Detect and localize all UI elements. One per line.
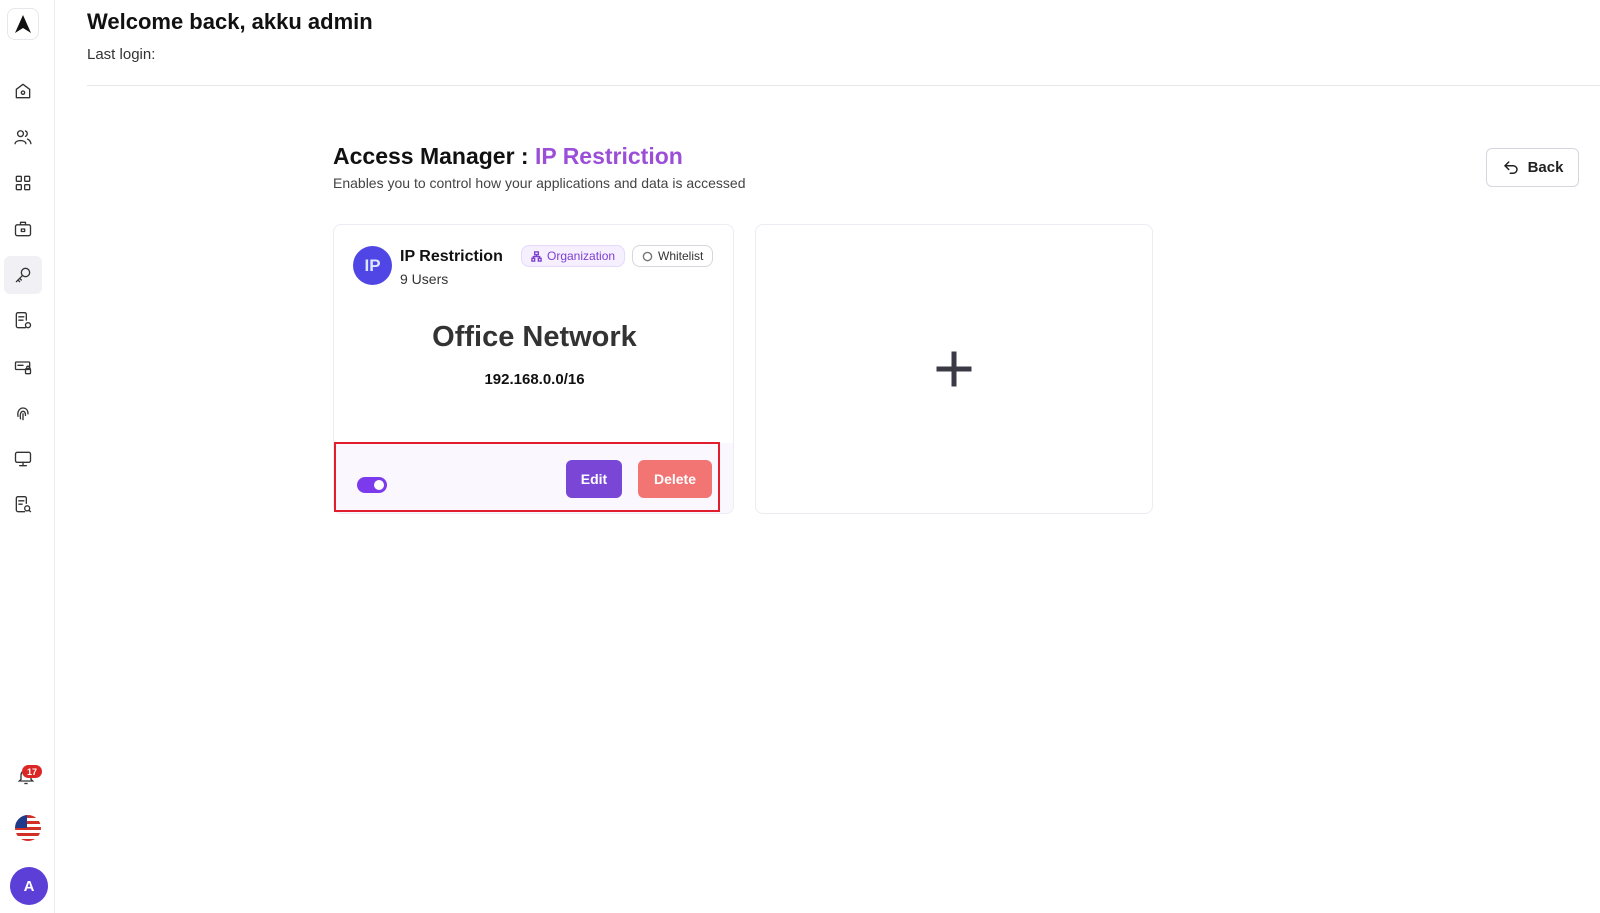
notification-count-badge: 17 xyxy=(22,765,42,778)
home-icon xyxy=(15,83,31,99)
sidebar-item-reports[interactable] xyxy=(4,486,42,524)
circle-icon xyxy=(642,251,653,261)
welcome-heading: Welcome back, akku admin xyxy=(87,9,373,34)
sidebar-item-briefcase[interactable] xyxy=(4,210,42,248)
whitelist-tag-label: Whitelist xyxy=(658,249,704,263)
card-user-count: 9 Users xyxy=(400,271,449,287)
users-icon xyxy=(14,130,32,145)
document-search-icon xyxy=(15,496,32,513)
organization-icon xyxy=(531,250,542,262)
header-divider xyxy=(87,85,1600,86)
sidebar-item-monitor[interactable] xyxy=(4,440,42,478)
ip-restriction-card: IP IP Restriction 9 Users Organization W… xyxy=(333,224,734,514)
add-restriction-card[interactable] xyxy=(755,224,1153,514)
sidebar-item-documents[interactable] xyxy=(4,302,42,340)
sidebar-item-biometrics[interactable] xyxy=(4,394,42,432)
user-avatar[interactable]: A xyxy=(10,867,48,905)
page-title: Access Manager : IP Restriction xyxy=(333,143,683,170)
apps-grid-icon xyxy=(15,175,31,191)
page-title-prefix: Access Manager : xyxy=(333,143,535,169)
back-arrow-icon xyxy=(1503,160,1518,174)
enable-toggle[interactable] xyxy=(357,477,387,493)
device-lock-icon xyxy=(14,361,32,375)
page-subtitle: Enables you to control how your applicat… xyxy=(333,175,746,191)
plus-icon xyxy=(936,351,972,387)
network-name: Office Network xyxy=(432,321,637,353)
toggle-knob xyxy=(374,480,384,490)
key-icon xyxy=(15,267,31,283)
back-button[interactable]: Back xyxy=(1486,148,1579,187)
sidebar-item-users[interactable] xyxy=(4,118,42,156)
organization-tag: Organization xyxy=(521,245,626,267)
whitelist-tag: Whitelist xyxy=(632,245,714,267)
sidebar-item-access-manager[interactable] xyxy=(4,256,42,294)
ip-restriction-icon: IP xyxy=(353,246,392,285)
ip-icon-text: IP xyxy=(364,255,381,275)
network-ip-range: 192.168.0.0/16 xyxy=(484,371,585,388)
sidebar-item-devices[interactable] xyxy=(4,348,42,386)
us-flag-icon xyxy=(15,815,41,841)
sidebar-item-apps[interactable] xyxy=(4,164,42,202)
card-title: IP Restriction xyxy=(400,248,503,265)
briefcase-icon xyxy=(14,221,32,237)
document-settings-icon xyxy=(15,312,32,329)
sidebar-item-home[interactable] xyxy=(4,72,42,110)
app-logo[interactable] xyxy=(7,8,39,40)
sidebar: 17 A xyxy=(0,0,55,913)
fingerprint-icon xyxy=(17,407,29,421)
page-title-accent: IP Restriction xyxy=(534,143,683,169)
organization-tag-label: Organization xyxy=(547,249,616,263)
delete-button[interactable]: Delete xyxy=(638,460,712,498)
last-login-text: Last login: xyxy=(87,46,156,63)
logo-icon xyxy=(15,15,31,33)
edit-button[interactable]: Edit xyxy=(566,460,622,498)
language-selector[interactable] xyxy=(15,815,41,841)
monitor-icon xyxy=(14,451,32,467)
back-button-label: Back xyxy=(1527,159,1564,176)
